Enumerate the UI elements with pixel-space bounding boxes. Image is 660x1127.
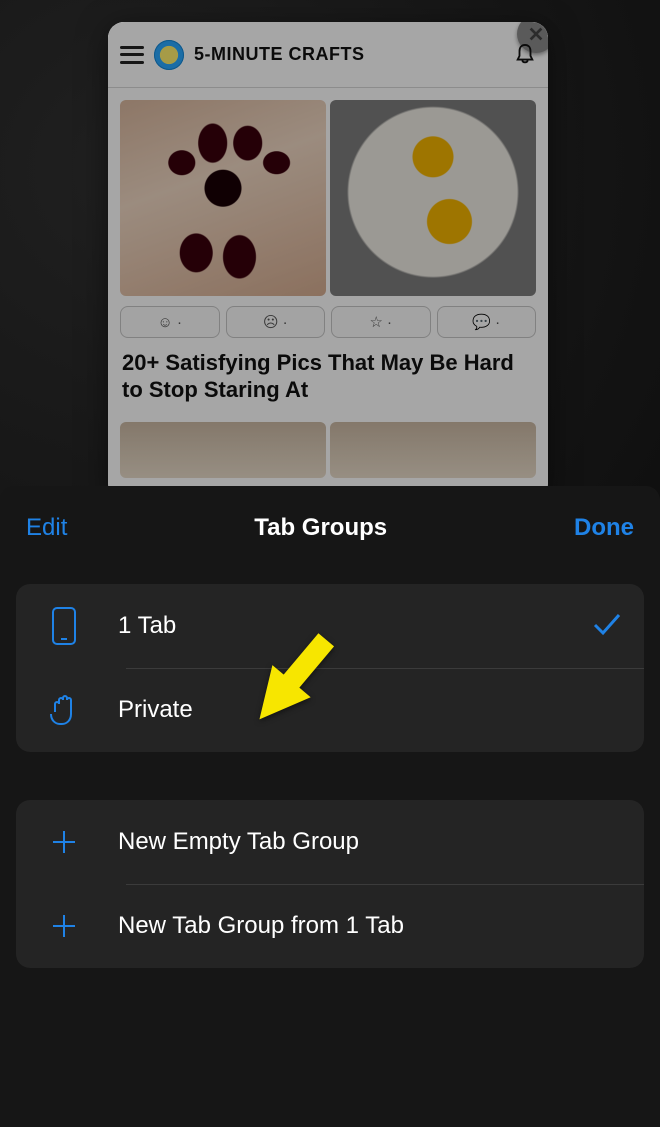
react-smile[interactable]: ☺ · xyxy=(120,306,220,338)
react-star[interactable]: ☆ · xyxy=(331,306,431,338)
row-label: New Empty Tab Group xyxy=(90,828,622,856)
tab-group-row-private[interactable]: Private xyxy=(16,668,644,752)
menu-icon[interactable] xyxy=(120,46,144,64)
site-logo-icon xyxy=(154,40,184,70)
new-tab-group-list: New Empty Tab Group New Tab Group from 1… xyxy=(16,800,644,968)
preview-header: 5-MINUTE CRAFTS xyxy=(108,22,548,88)
preview-more-images xyxy=(120,422,536,478)
hand-icon xyxy=(38,692,90,728)
row-label: New Tab Group from 1 Tab xyxy=(90,912,622,940)
new-tab-group-from-tabs[interactable]: New Tab Group from 1 Tab xyxy=(16,884,644,968)
site-title: 5-MINUTE CRAFTS xyxy=(194,44,365,65)
tab-groups-sheet: Edit Tab Groups Done 1 Tab Private xyxy=(0,486,660,1127)
tab-group-list: 1 Tab Private xyxy=(16,584,644,752)
preview-reactions: ☺ · ☹ · ☆ · 💬 · xyxy=(120,306,536,338)
new-empty-tab-group[interactable]: New Empty Tab Group xyxy=(16,800,644,884)
react-sad[interactable]: ☹ · xyxy=(226,306,326,338)
sheet-header: Edit Tab Groups Done xyxy=(0,492,660,568)
tab-preview-card[interactable]: 5-MINUTE CRAFTS ☺ · ☹ · ☆ · 💬 · 20+ Sati… xyxy=(108,22,548,500)
tab-group-row-tabs[interactable]: 1 Tab xyxy=(16,584,644,668)
react-comment[interactable]: 💬 · xyxy=(437,306,537,338)
bell-icon[interactable] xyxy=(514,42,536,68)
plus-icon xyxy=(38,828,90,856)
preview-headline: 20+ Satisfying Pics That May Be Hard to … xyxy=(120,350,536,404)
phone-icon xyxy=(38,606,90,646)
plus-icon xyxy=(38,912,90,940)
done-button[interactable]: Done xyxy=(574,514,634,542)
sheet-title: Tab Groups xyxy=(254,514,387,542)
row-label: 1 Tab xyxy=(90,612,592,640)
row-label: Private xyxy=(90,696,622,724)
edit-button[interactable]: Edit xyxy=(26,514,67,542)
checkmark-icon xyxy=(592,611,622,642)
preview-image-nails xyxy=(120,100,326,296)
preview-image-eggs xyxy=(330,100,536,296)
preview-body: ☺ · ☹ · ☆ · 💬 · 20+ Satisfying Pics That… xyxy=(108,88,548,490)
